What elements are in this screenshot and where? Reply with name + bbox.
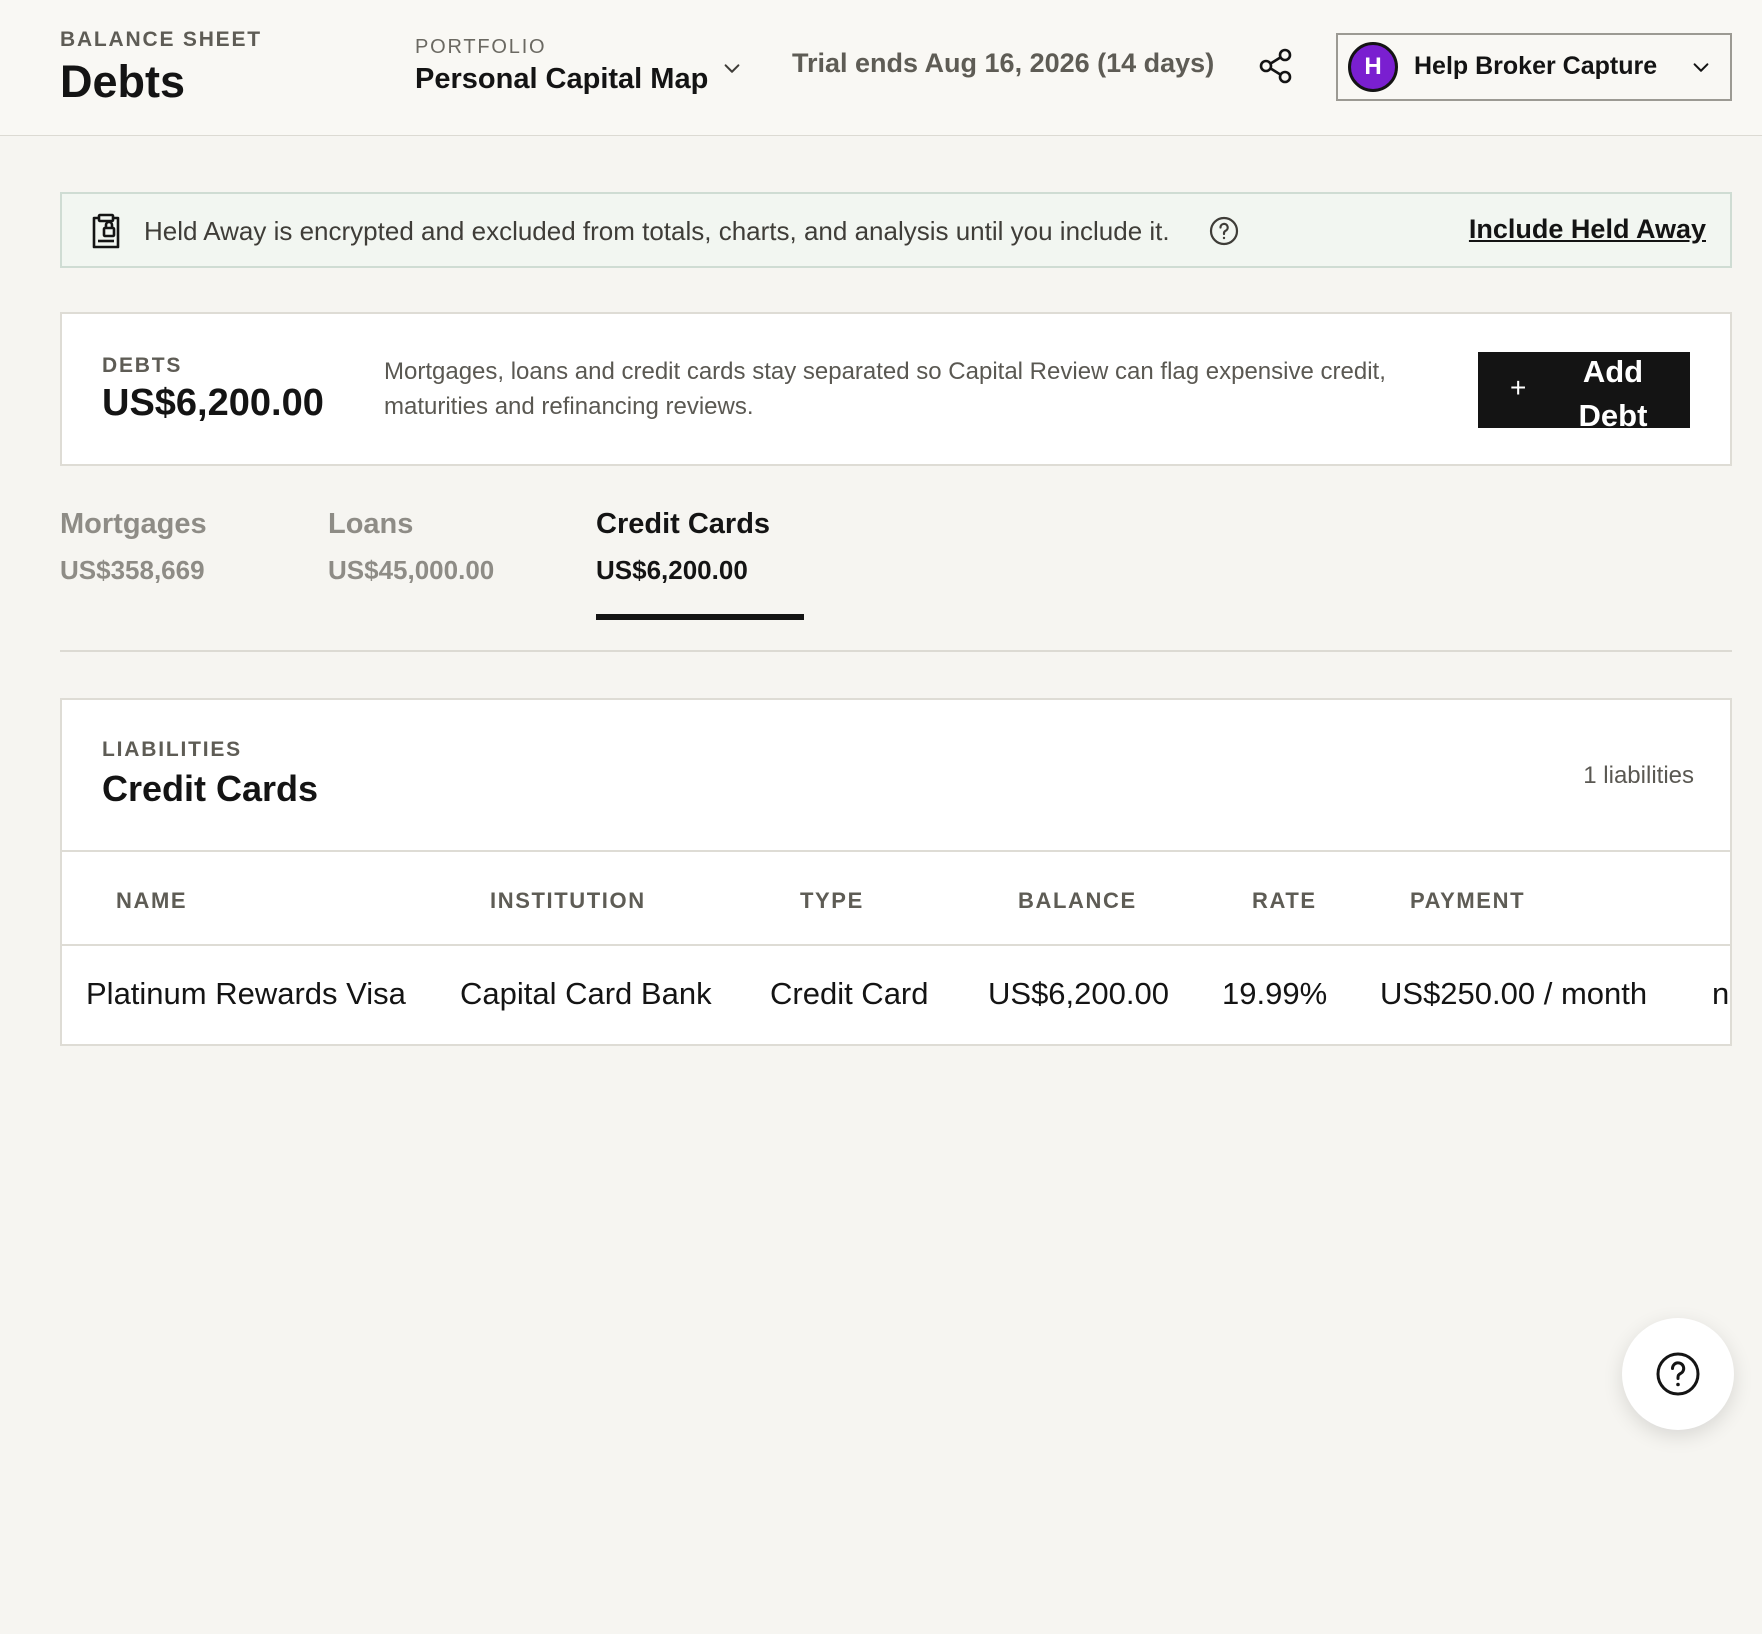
tab-value: US$358,669 [60, 555, 205, 585]
clipboard-lock-icon [92, 213, 120, 249]
cell-rate: 19.99% [1222, 976, 1328, 1011]
cell-name: Platinum Rewards Visa [86, 976, 406, 1011]
add-debt-button[interactable]: + Add Debt [1478, 352, 1690, 433]
tab-credit-cards[interactable]: Credit Cards US$6,200.00 [596, 508, 770, 586]
debt-category-tabs: Mortgages US$358,669 Loans US$45,000.00 … [60, 508, 1732, 652]
liabilities-label: LIABILITIES [102, 738, 242, 761]
page-eyebrow: BALANCE SHEET [60, 28, 262, 51]
floating-help-button[interactable] [1622, 1318, 1734, 1430]
debts-summary-card: DEBTS US$6,200.00 Mortgages, loans and c… [60, 312, 1732, 466]
column-header-name[interactable]: NAME [116, 888, 187, 914]
tab-label: Loans [328, 508, 414, 540]
table-row[interactable]: Platinum Rewards Visa Capital Card Bank … [62, 946, 1730, 1044]
share-icon[interactable] [1256, 46, 1296, 86]
debts-total: US$6,200.00 [102, 382, 324, 424]
avatar: H [1348, 42, 1398, 92]
portfolio-label: PORTFOLIO [415, 36, 547, 58]
cell-type: Credit Card [770, 976, 929, 1011]
debts-description: Mortgages, loans and credit cards stay s… [384, 358, 1386, 420]
trial-notice: Trial ends Aug 16, 2026 (14 days) [792, 48, 1215, 78]
cell-institution: Capital Card Bank [460, 976, 712, 1011]
chevron-down-icon [1693, 63, 1709, 72]
cell-overflow: n [1712, 976, 1730, 1011]
column-header-type[interactable]: TYPE [800, 888, 864, 914]
held-away-banner: Held Away is encrypted and excluded from… [60, 192, 1732, 268]
debts-label: DEBTS [102, 354, 183, 377]
held-away-message: Held Away is encrypted and excluded from… [144, 216, 1170, 246]
column-header-institution[interactable]: INSTITUTION [490, 888, 646, 914]
liabilities-title: Credit Cards [102, 768, 319, 809]
cell-payment: US$250.00 / month [1380, 976, 1648, 1011]
plus-icon: + [1510, 372, 1527, 403]
page-title: Debts [60, 56, 186, 107]
help-circle-icon[interactable] [1208, 215, 1240, 247]
account-name: Help Broker Capture [1414, 52, 1658, 80]
portfolio-name: Personal Capital Map [415, 63, 709, 95]
active-tab-indicator [596, 614, 804, 620]
tab-mortgages[interactable]: Mortgages US$358,669 [60, 508, 207, 586]
top-bar: BALANCE SHEET Debts PORTFOLIO Personal C… [0, 0, 1762, 136]
tab-label: Credit Cards [596, 508, 771, 540]
include-held-away-link[interactable]: Include Held Away [1469, 214, 1706, 245]
table-header: NAME INSTITUTION TYPE BALANCE RATE PAYME… [62, 852, 1730, 946]
column-header-rate[interactable]: RATE [1252, 888, 1317, 914]
portfolio-selector[interactable]: PORTFOLIO Personal Capital Map [415, 36, 740, 96]
tab-value: US$6,200.00 [596, 555, 748, 585]
add-debt-label: Add Debt [1578, 354, 1648, 433]
chevron-down-icon [724, 64, 740, 73]
account-menu[interactable]: H Help Broker Capture [1336, 33, 1732, 101]
column-header-balance[interactable]: BALANCE [1018, 888, 1137, 914]
liabilities-card: LIABILITIES Credit Cards 1 liabilities N… [60, 698, 1732, 1046]
tab-label: Mortgages [60, 508, 207, 540]
column-header-payment[interactable]: PAYMENT [1410, 888, 1525, 914]
tab-loans[interactable]: Loans US$45,000.00 [328, 508, 494, 586]
liabilities-count: 1 liabilities [1583, 762, 1694, 789]
cell-balance: US$6,200.00 [988, 976, 1169, 1011]
tab-value: US$45,000.00 [328, 555, 495, 585]
help-circle-icon [1656, 1352, 1700, 1396]
liabilities-header: LIABILITIES Credit Cards 1 liabilities [62, 700, 1730, 852]
